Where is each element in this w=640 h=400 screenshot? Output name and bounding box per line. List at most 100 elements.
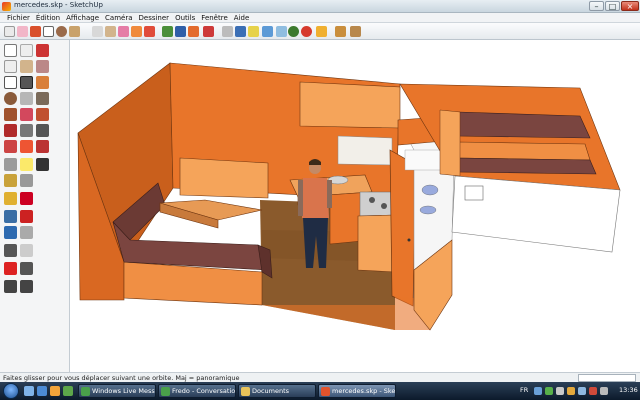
push-pull-icon[interactable]	[118, 26, 129, 37]
pencil-tool-icon[interactable]	[36, 44, 49, 57]
paint-tool-icon[interactable]	[20, 60, 33, 73]
protractor-tool-icon[interactable]	[20, 174, 33, 187]
arc-tool-icon[interactable]	[36, 60, 49, 73]
menu-dessiner[interactable]: Dessiner	[136, 13, 173, 22]
eraser-tool-icon[interactable]	[20, 44, 33, 57]
menu-camera[interactable]: Caméra	[102, 13, 135, 22]
polygon-tool-icon[interactable]	[20, 92, 33, 105]
zoom-window-tool-icon[interactable]	[20, 226, 33, 239]
folder-icon	[241, 387, 250, 396]
arc-icon[interactable]	[69, 26, 80, 37]
line-tool-icon[interactable]	[20, 76, 33, 89]
minimize-button[interactable]: –	[589, 1, 604, 11]
rectangle-tool-icon[interactable]	[4, 76, 17, 89]
position-camera-icon[interactable]	[4, 262, 17, 275]
orbit-tool-icon[interactable]	[4, 210, 17, 223]
hand-tool-icon[interactable]	[36, 124, 49, 137]
paint-bucket-icon[interactable]	[105, 26, 116, 37]
internet-explorer-icon[interactable]	[37, 386, 47, 396]
move-icon[interactable]	[144, 26, 155, 37]
firefox-icon[interactable]	[50, 386, 60, 396]
eraser-icon[interactable]	[17, 26, 28, 37]
close-button[interactable]: ×	[621, 1, 639, 11]
previous-tool-icon[interactable]	[20, 244, 33, 257]
dimension-icon[interactable]	[222, 26, 233, 37]
text-icon[interactable]	[248, 26, 259, 37]
axes-tool-icon[interactable]	[4, 174, 17, 187]
component-tool-icon[interactable]	[4, 60, 17, 73]
orbit-icon[interactable]	[262, 26, 273, 37]
tape-measure-icon[interactable]	[203, 26, 214, 37]
get-models-icon[interactable]	[350, 26, 361, 37]
maximize-button[interactable]: □	[605, 1, 620, 11]
footprint-icon[interactable]	[4, 280, 17, 293]
cabinet-door	[389, 149, 417, 307]
protractor-icon[interactable]	[235, 26, 246, 37]
tray-network-icon[interactable]	[534, 387, 542, 395]
text-tool-icon[interactable]	[20, 158, 33, 171]
move-tool-icon[interactable]	[20, 124, 33, 137]
pencil-icon[interactable]	[30, 26, 41, 37]
menu-affichage[interactable]: Affichage	[63, 13, 102, 22]
menu-edition[interactable]: Édition	[33, 13, 63, 22]
scale-tool-icon[interactable]	[4, 140, 17, 153]
tray-app-icon[interactable]	[567, 387, 575, 395]
menu-fichier[interactable]: Fichier	[4, 13, 33, 22]
tray-volume-icon[interactable]	[556, 387, 564, 395]
rotate-tool-icon[interactable]	[4, 124, 17, 137]
offset-icon[interactable]	[175, 26, 186, 37]
make-component-icon[interactable]	[92, 26, 103, 37]
status-bar: Faites glisser pour vous déplacer suivan…	[0, 372, 640, 382]
dimension-tool-icon[interactable]	[4, 158, 17, 171]
select-tool-icon[interactable]	[4, 44, 17, 57]
task-fredo-conversation[interactable]: Fredo - Conversation	[158, 384, 236, 398]
tray-security-icon[interactable]	[589, 387, 597, 395]
drawing-viewport[interactable]	[71, 40, 640, 372]
task-windows-live-messenger[interactable]: Windows Live Mess...	[78, 384, 156, 398]
pan-icon[interactable]	[276, 26, 287, 37]
menu-fenetre[interactable]: Fenêtre	[198, 13, 230, 22]
zoom-window-icon[interactable]	[301, 26, 312, 37]
menu-aide[interactable]: Aide	[231, 13, 252, 22]
rectangle-icon[interactable]	[43, 26, 54, 37]
walk-tool-icon[interactable]	[4, 244, 17, 257]
tape-tool-icon[interactable]	[36, 92, 49, 105]
messenger-quicklaunch-icon[interactable]	[63, 386, 73, 396]
circle-tool-icon[interactable]	[4, 92, 17, 105]
look-around-icon[interactable]	[20, 192, 33, 205]
clock[interactable]: 13:36	[619, 386, 638, 394]
follow-tool-icon[interactable]	[20, 108, 33, 121]
rotate-icon[interactable]	[162, 26, 173, 37]
footsteps-tool-icon[interactable]	[36, 158, 49, 171]
tray-sound-icon[interactable]	[600, 387, 608, 395]
offset-tool-icon[interactable]	[20, 140, 33, 153]
measurements-field[interactable]	[578, 374, 636, 382]
select-icon[interactable]	[4, 26, 15, 37]
language-indicator[interactable]: FR	[520, 386, 528, 394]
section-plane-icon[interactable]	[4, 192, 17, 205]
zoom-extents-icon[interactable]	[316, 26, 327, 37]
task-documents[interactable]: Documents	[238, 384, 316, 398]
status-message: Faites glisser pour vous déplacer suivan…	[3, 374, 240, 382]
start-button[interactable]	[3, 383, 19, 399]
scale-icon[interactable]	[188, 26, 199, 37]
show-desktop-icon[interactable]	[24, 386, 34, 396]
tray-messenger-icon[interactable]	[545, 387, 553, 395]
pan-tool-icon[interactable]	[20, 210, 33, 223]
zoom-icon[interactable]	[288, 26, 299, 37]
messenger-icon	[81, 387, 90, 396]
tray-display-icon[interactable]	[578, 387, 586, 395]
intersect-tool-icon[interactable]	[36, 108, 49, 121]
previous-view-icon[interactable]	[335, 26, 346, 37]
eye-tool-icon[interactable]	[20, 262, 33, 275]
push-pull-tool-icon[interactable]	[4, 108, 17, 121]
walk-steps-icon[interactable]	[20, 280, 33, 293]
menu-bar: Fichier Édition Affichage Caméra Dessine…	[0, 13, 640, 23]
measure-tool-icon[interactable]	[36, 140, 49, 153]
circle-icon[interactable]	[56, 26, 67, 37]
zoom-tool-icon[interactable]	[4, 226, 17, 239]
follow-me-icon[interactable]	[131, 26, 142, 37]
menu-outils[interactable]: Outils	[172, 13, 198, 22]
task-sketchup[interactable]: mercedes.skp - Sket...	[318, 384, 396, 398]
freehand-tool-icon[interactable]	[36, 76, 49, 89]
